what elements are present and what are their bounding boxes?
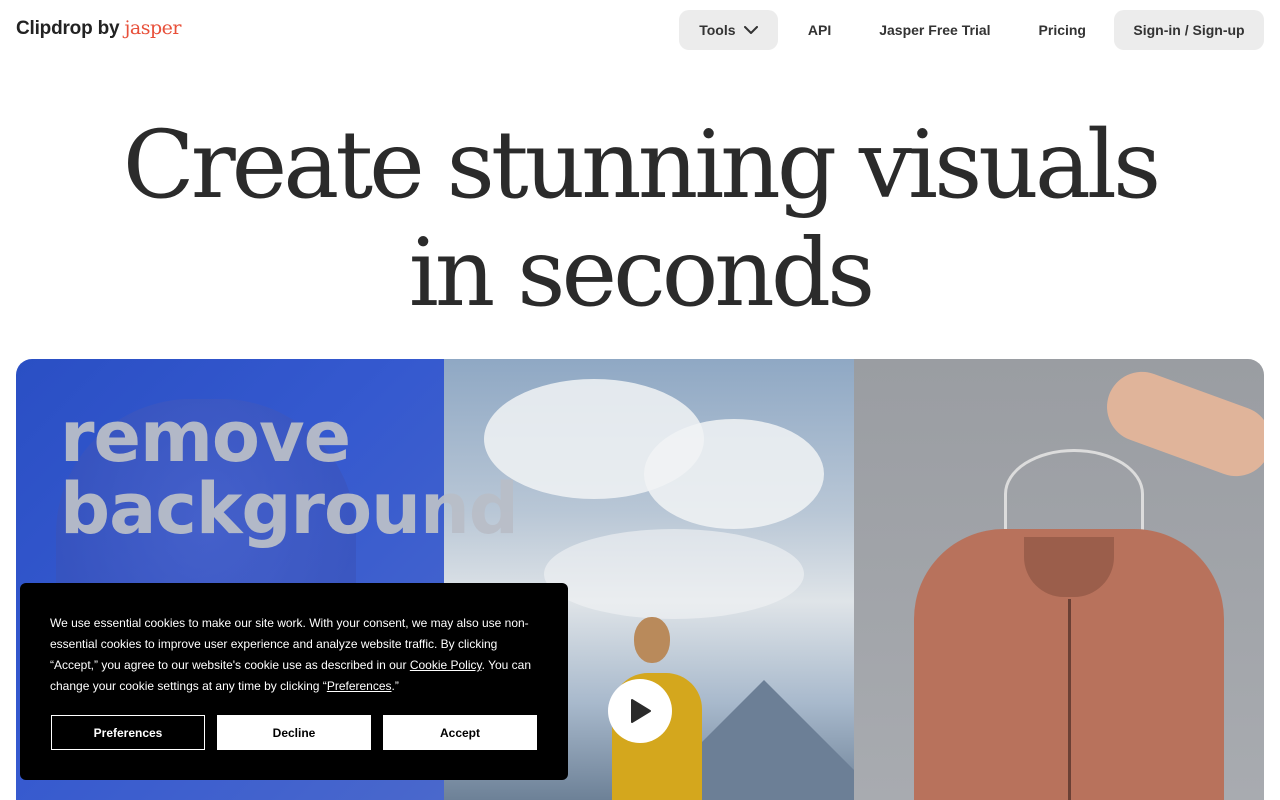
accept-button[interactable]: Accept <box>383 715 537 750</box>
site-header: Clipdrop by jasper Tools API Jasper Free… <box>0 0 1280 60</box>
chevron-down-icon <box>743 25 758 34</box>
main-nav: Tools API Jasper Free Trial Pricing Sign… <box>678 10 1264 50</box>
cloud-shape <box>544 529 804 619</box>
person-head <box>634 617 670 663</box>
preferences-link[interactable]: Preferences <box>327 679 392 693</box>
logo-by: by <box>97 18 120 39</box>
overlay-line-2: background <box>60 468 519 550</box>
logo-brand: jasper <box>124 17 181 39</box>
preferences-button[interactable]: Preferences <box>51 715 205 750</box>
overlay-line-1: remove <box>60 396 351 478</box>
hero-line-1: Create stunning visuals <box>122 111 1161 220</box>
nav-free-trial-link[interactable]: Jasper Free Trial <box>855 10 1014 50</box>
jacket-zip <box>1068 599 1071 800</box>
logo-name: Clipdrop <box>16 18 93 39</box>
hero-line-2: in seconds <box>408 219 876 328</box>
cookie-buttons: Preferences Decline Accept <box>51 715 537 750</box>
cloud-shape <box>644 419 824 529</box>
jacket-image <box>914 529 1224 800</box>
jacket-collar <box>1024 537 1114 597</box>
nav-pricing-link[interactable]: Pricing <box>1015 10 1110 50</box>
cookie-message: We use essential cookies to make our sit… <box>50 613 540 697</box>
cookie-text-3: .” <box>391 679 399 693</box>
cookie-consent-dialog: We use essential cookies to make our sit… <box>20 583 568 780</box>
clipdrop-logo[interactable]: Clipdrop by jasper <box>16 17 181 40</box>
hanger-image <box>1004 449 1144 539</box>
play-icon <box>631 699 651 723</box>
tools-menu-button[interactable]: Tools <box>678 10 778 50</box>
video-overlay-caption: remove background <box>60 396 519 550</box>
play-button[interactable] <box>608 679 672 743</box>
hero-heading: Create stunning visuals in seconds <box>0 112 1280 328</box>
nav-api-link[interactable]: API <box>784 10 855 50</box>
video-panel-jacket <box>854 359 1264 800</box>
cookie-policy-link[interactable]: Cookie Policy <box>410 658 482 672</box>
tools-label: Tools <box>699 22 736 38</box>
decline-button[interactable]: Decline <box>217 715 371 750</box>
sign-in-button[interactable]: Sign-in / Sign-up <box>1114 10 1264 50</box>
